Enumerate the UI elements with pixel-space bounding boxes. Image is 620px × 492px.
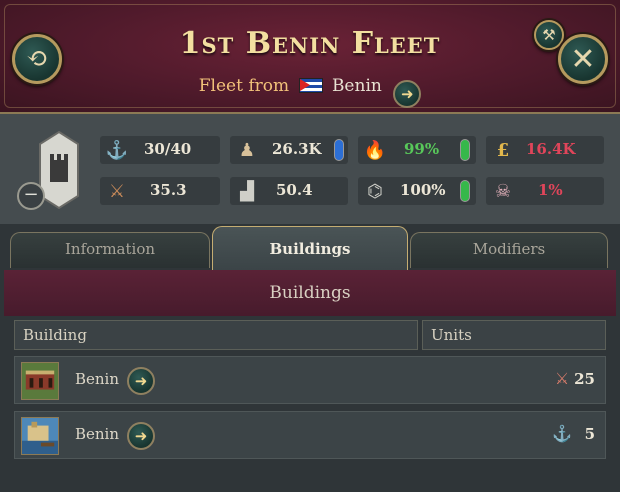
stat-ships: ⚓ 30/40	[100, 136, 220, 164]
fortification-icon: ▟	[240, 180, 254, 202]
stats-area	[0, 114, 620, 224]
table-row[interactable]: Benin ➜ ⚔ 25	[14, 356, 606, 404]
pound-icon: £	[496, 139, 510, 161]
anchor-icon: ⚓	[552, 424, 572, 443]
stat-upkeep-value: 16.4K	[526, 140, 576, 158]
column-header-units[interactable]: Units	[422, 320, 606, 350]
subtitle-prefix: Fleet from	[198, 76, 290, 96]
unit-count: 5	[584, 425, 595, 443]
stat-morale-value: 99%	[404, 140, 440, 158]
country-name: Benin	[331, 76, 382, 96]
barracks-building-icon	[21, 362, 59, 400]
stat-manpower: ♟ 26.3K	[230, 136, 348, 164]
organization-icon: ⌬	[367, 180, 383, 202]
musket-icon: ⚔	[108, 180, 126, 202]
building-location: Benin	[75, 370, 120, 388]
panel-header: 1st Benin Fleet Fleet from Benin ➜	[0, 0, 620, 114]
stat-ships-value: 30/40	[144, 140, 192, 158]
manpower-icon: ♟	[238, 139, 256, 161]
close-button[interactable]: ✕	[558, 34, 608, 84]
morale-flame-icon: 🔥	[363, 139, 387, 161]
stat-offense-value: 35.3	[150, 181, 187, 199]
column-header-building[interactable]: Building	[14, 320, 418, 350]
close-icon: ✕	[570, 41, 596, 77]
skull-icon: ☠	[494, 180, 512, 202]
manpower-bar	[334, 139, 344, 161]
hammer-icon: ⚒	[542, 26, 556, 44]
stat-morale: 🔥 99%	[358, 136, 476, 164]
stat-upkeep: £ 16.4K	[486, 136, 604, 164]
organization-bar	[460, 180, 470, 202]
back-button[interactable]: ⟲	[12, 34, 62, 84]
stat-attrition: ☠ 1%	[486, 177, 604, 205]
stat-manpower-value: 26.3K	[272, 140, 322, 158]
fleet-panel: 1st Benin Fleet Fleet from Benin ➜ ⟲ ⚒ ✕…	[0, 0, 620, 492]
tab-bar: Information Buildings Modifiers	[0, 224, 620, 270]
stat-attrition-value: 1%	[538, 181, 563, 199]
country-flag-icon	[298, 78, 323, 93]
back-arrow-icon: ⟲	[26, 44, 48, 74]
stat-defense: ▟ 50.4	[230, 177, 348, 205]
goto-building-button[interactable]: ➜	[127, 422, 155, 450]
fleet-title: 1st Benin Fleet	[179, 26, 441, 61]
stat-organization: ⌬ 100%	[358, 177, 476, 205]
section-title: Buildings	[4, 270, 616, 316]
stat-offense: ⚔ 35.3	[100, 177, 220, 205]
tab-information[interactable]: Information	[10, 232, 210, 268]
build-button[interactable]: ⚒	[534, 20, 564, 50]
morale-bar	[460, 139, 470, 161]
anchor-icon: ⚓	[105, 139, 129, 161]
tab-modifiers[interactable]: Modifiers	[410, 232, 608, 268]
stat-organization-value: 100%	[400, 181, 446, 199]
table-row[interactable]: Benin ➜ ⚓ 5	[14, 411, 606, 459]
fleet-origin: Fleet from Benin ➜	[0, 76, 620, 108]
goto-country-button[interactable]: ➜	[393, 80, 422, 108]
stat-defense-value: 50.4	[276, 181, 313, 199]
naval-base-building-icon	[21, 417, 59, 455]
goto-building-button[interactable]: ➜	[127, 367, 155, 395]
building-location: Benin	[75, 425, 120, 443]
musket-icon: ⚔	[554, 369, 570, 388]
remove-button[interactable]: −	[17, 182, 45, 210]
tab-buildings[interactable]: Buildings	[212, 226, 408, 270]
unit-count: 25	[574, 370, 595, 388]
minus-icon: −	[23, 184, 39, 205]
